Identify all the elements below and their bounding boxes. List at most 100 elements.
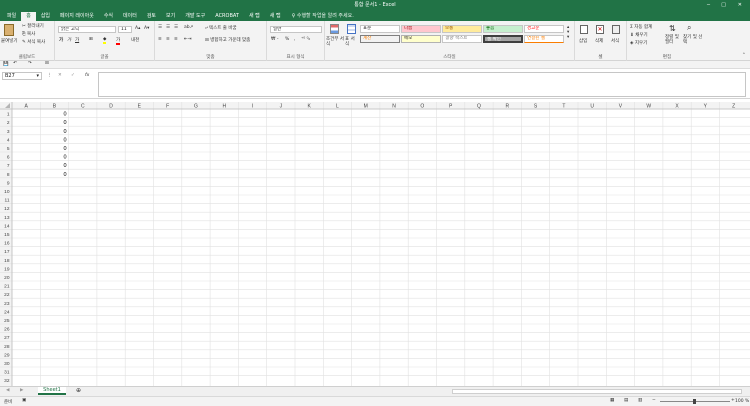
align-top-icon[interactable]: ☰ [158, 25, 162, 30]
cell-b7[interactable]: 0 [64, 163, 67, 169]
row-header-15[interactable]: 15 [4, 232, 10, 238]
style-explanatory[interactable]: 설명 텍스트 [442, 35, 482, 43]
row-header-26[interactable]: 26 [4, 327, 10, 333]
formula-bar-grip-icon[interactable]: ⋮ [47, 73, 52, 78]
spreadsheet-grid[interactable]: A B C D E F G H I J K L M N O P Q R S T U V W X Y Z 1 2 3 4 5 6 7 8 9 10 11 1… [0, 102, 750, 386]
column-header-f[interactable]: F [166, 103, 169, 109]
format-painter-button[interactable]: ✎ 서식 복사 [22, 39, 45, 45]
bold-icon[interactable]: 가 [59, 37, 63, 43]
align-center-icon[interactable]: ≡ [166, 37, 170, 42]
conditional-format-button[interactable]: 조건부 서식 [326, 37, 344, 47]
clear-button[interactable]: ◈ 지우기 [630, 40, 647, 46]
table-format-icon[interactable] [347, 24, 356, 34]
delete-cells-button[interactable]: 삭제 [595, 38, 603, 44]
column-header-c[interactable]: C [81, 103, 85, 109]
row-header-28[interactable]: 28 [4, 344, 10, 350]
indent-icon[interactable]: ⇤⇥ [184, 37, 192, 42]
row-header-24[interactable]: 24 [4, 309, 10, 315]
row-header-17[interactable]: 17 [4, 249, 10, 255]
column-header-n[interactable]: N [392, 103, 396, 109]
tab-data[interactable]: 데이터 [118, 12, 142, 21]
styles-scroll-icon[interactable]: ▴ ▾ ▾ [567, 25, 569, 40]
number-format-select[interactable]: 일반 [270, 26, 322, 33]
row-header-5[interactable]: 5 [7, 146, 10, 152]
style-linked-cell[interactable]: 연결된 셀 [524, 35, 564, 43]
row-header-19[interactable]: 19 [4, 266, 10, 272]
tab-view[interactable]: 보기 [161, 12, 180, 21]
save-icon[interactable]: 💾 [3, 62, 9, 67]
row-header-11[interactable]: 11 [5, 198, 10, 204]
column-header-u[interactable]: U [590, 103, 594, 109]
column-header-i[interactable]: I [252, 103, 253, 109]
redo-icon[interactable]: ↷ [28, 61, 32, 66]
column-header-z[interactable]: Z [732, 103, 735, 109]
column-header-r[interactable]: R [505, 103, 509, 109]
column-header-m[interactable]: M [364, 103, 368, 109]
cell-b3[interactable]: 0 [64, 129, 67, 135]
align-bottom-icon[interactable]: ☰ [174, 25, 178, 30]
tab-acrobat[interactable]: ACROBAT [210, 12, 244, 21]
maximize-icon[interactable]: □ [721, 0, 726, 11]
style-calculation[interactable]: 계산 [360, 35, 400, 43]
comma-icon[interactable]: , [294, 37, 295, 42]
page-layout-view-icon[interactable]: ▤ [624, 398, 628, 403]
font-size-select[interactable]: 11 [118, 26, 132, 33]
insert-cells-button[interactable]: 삽입 [579, 38, 587, 44]
insert-cells-icon[interactable] [580, 25, 588, 34]
merge-center-button[interactable]: ⊟ 병합하고 가운데 맞춤 [205, 37, 250, 43]
row-header-27[interactable]: 27 [4, 335, 10, 341]
zoom-level[interactable]: 100 % [735, 399, 749, 404]
cell-b1[interactable]: 0 [64, 112, 67, 118]
percent-icon[interactable]: % [285, 37, 289, 42]
row-header-3[interactable]: 3 [7, 129, 10, 135]
grow-font-icon[interactable]: A▴ [135, 26, 140, 31]
cancel-icon[interactable]: ✕ [58, 73, 62, 78]
enter-icon[interactable]: ✓ [71, 73, 75, 78]
row-header-12[interactable]: 12 [4, 206, 10, 212]
insert-function-button[interactable]: fx [85, 73, 89, 78]
cell-b4[interactable]: 0 [64, 137, 67, 143]
row-header-10[interactable]: 10 [4, 189, 10, 195]
style-good[interactable]: 좋음 [483, 25, 523, 33]
row-header-14[interactable]: 14 [4, 223, 10, 229]
row-header-21[interactable]: 21 [4, 284, 10, 290]
row-header-25[interactable]: 25 [4, 318, 10, 324]
name-box[interactable]: B27 ▾ [2, 72, 42, 80]
italic-icon[interactable]: 가 [67, 37, 71, 43]
zoom-slider-thumb[interactable] [693, 399, 696, 404]
minimize-icon[interactable]: ─ [707, 0, 710, 11]
row-header-6[interactable]: 6 [7, 155, 10, 161]
collapse-ribbon-icon[interactable]: ⌃ [742, 53, 746, 58]
row-header-32[interactable]: 32 [4, 378, 10, 384]
formula-input[interactable] [98, 72, 746, 97]
row-header-2[interactable]: 2 [7, 120, 10, 126]
fill-color-icon[interactable]: ◆ [103, 37, 107, 44]
currency-icon[interactable]: ₩ - [271, 37, 279, 42]
tab-page-layout[interactable]: 페이지 레이아웃 [55, 12, 99, 21]
cell-b5[interactable]: 0 [64, 146, 67, 152]
row-header-13[interactable]: 13 [4, 215, 10, 221]
paste-icon[interactable] [4, 24, 14, 36]
align-right-icon[interactable]: ≡ [174, 37, 178, 42]
row-header-9[interactable]: 9 [7, 180, 10, 186]
style-normal[interactable]: 표준 [360, 25, 400, 33]
row-header-20[interactable]: 20 [4, 275, 10, 281]
tab-new-1[interactable]: 새 탭 [244, 12, 265, 21]
wrap-text-button[interactable]: ⤶ 텍스트 줄 바꿈 [205, 25, 237, 31]
table-format-button[interactable]: 표 서식 [345, 37, 355, 47]
tab-review[interactable]: 검토 [142, 12, 161, 21]
column-header-q[interactable]: Q [477, 103, 481, 109]
style-check-cell[interactable]: 셀 확인 [483, 35, 523, 43]
format-cells-button[interactable]: 서식 [611, 38, 619, 44]
align-middle-icon[interactable]: ☰ [166, 25, 170, 30]
border-icon[interactable]: ⊞ [89, 37, 93, 42]
row-header-7[interactable]: 7 [7, 163, 10, 169]
underline-icon[interactable]: 가 [75, 37, 79, 43]
phonetic-icon[interactable]: 내천 [131, 37, 139, 43]
style-neutral[interactable]: 보통 [442, 25, 482, 33]
normal-view-icon[interactable]: ▦ [610, 398, 614, 403]
tab-insert[interactable]: 삽입 [36, 12, 55, 21]
align-left-icon[interactable]: ≡ [158, 37, 162, 42]
style-note[interactable]: 메모 [401, 35, 441, 43]
customize-qat-icon[interactable]: ⊟ [45, 61, 49, 66]
